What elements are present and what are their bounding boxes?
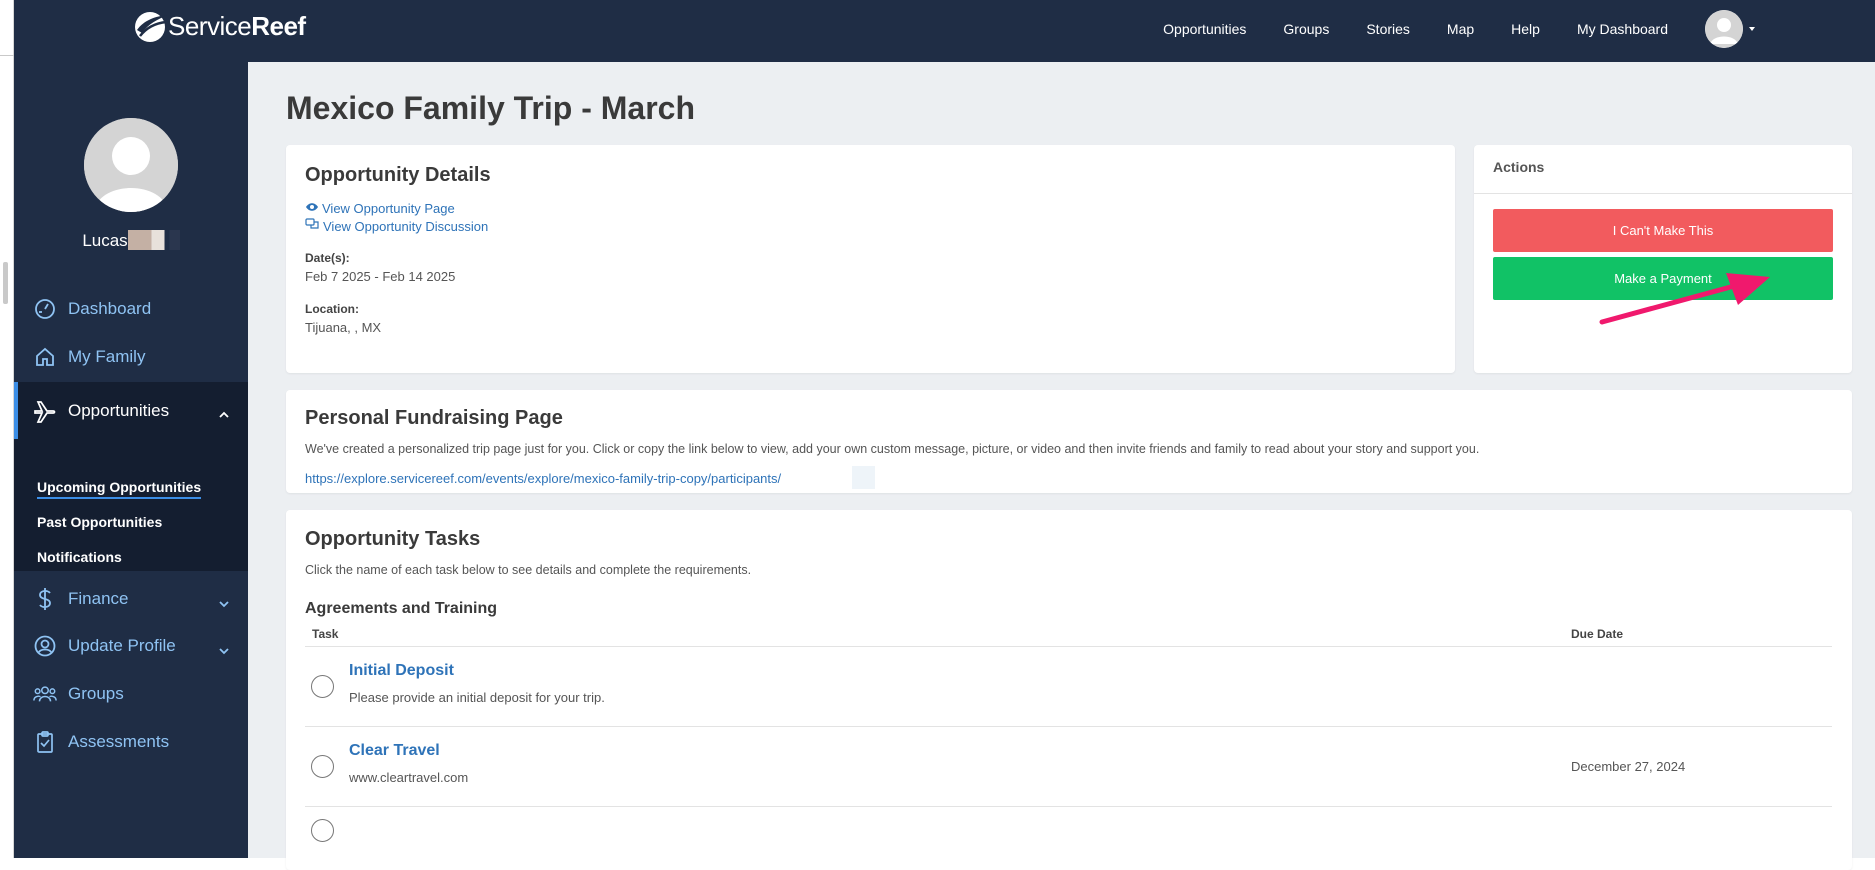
nav-opportunities[interactable]: Opportunities [1163, 21, 1246, 37]
servicereef-logo-icon [130, 6, 170, 46]
fundraising-description: We've created a personalized trip page j… [305, 442, 1480, 456]
task-subtitle: Please provide an initial deposit for yo… [349, 690, 605, 705]
due-date-column-header: Due Date [1571, 627, 1624, 641]
submenu-notifications[interactable]: Notifications [37, 549, 122, 565]
view-opportunity-discussion-link[interactable]: View Opportunity Discussion [305, 217, 488, 235]
sidebar-item-update-profile[interactable]: Update Profile [14, 624, 248, 668]
annotation-arrow-icon [1599, 273, 1770, 325]
actions-divider [1474, 193, 1852, 194]
submenu-past-opportunities[interactable]: Past Opportunities [37, 514, 162, 530]
fundraising-heading: Personal Fundraising Page [305, 407, 563, 429]
link-label: View Opportunity Discussion [323, 218, 489, 234]
task-due-date: December 27, 2024 [1571, 759, 1686, 774]
chevron-up-icon [218, 404, 230, 424]
task-subtitle: www.cleartravel.com [349, 770, 469, 785]
sidebar-item-label: Groups [68, 684, 124, 703]
user-avatar-menu[interactable] [1705, 9, 1743, 48]
comments-icon [305, 217, 320, 235]
plane-icon [33, 399, 57, 423]
view-opportunity-page-link[interactable]: View Opportunity Page [305, 199, 455, 217]
sidebar-item-finance[interactable]: Finance [14, 577, 248, 621]
window-scroll-handle[interactable] [3, 262, 8, 304]
user-circle-icon [33, 634, 57, 658]
nav-stories[interactable]: Stories [1366, 21, 1410, 37]
sidebar-item-label: Assessments [68, 732, 170, 751]
opportunity-details-card: Opportunity Details View Opportunity Pag… [286, 145, 1455, 373]
redacted-surname [127, 230, 180, 250]
gauge-icon [33, 297, 57, 321]
sidebar-item-label: My Family [68, 347, 146, 366]
opportunity-details-heading: Opportunity Details [305, 164, 491, 186]
nav-map[interactable]: Map [1447, 21, 1474, 37]
sidebar-item-groups[interactable]: Groups [14, 672, 248, 716]
fundraising-card: Personal Fundraising Page We've created … [286, 390, 1852, 493]
submenu-upcoming-opportunities[interactable]: Upcoming Opportunities [37, 479, 202, 499]
sidebar-item-my-family[interactable]: My Family [14, 335, 248, 379]
user-silhouette-icon [1705, 9, 1743, 48]
caret-down-icon[interactable] [1749, 26, 1755, 31]
dollar-icon [33, 587, 57, 611]
location-label: Location: [305, 302, 359, 316]
brand-name: ServiceReef [168, 10, 306, 41]
task-column-header: Task [312, 627, 339, 641]
fundraising-url-link[interactable]: https://explore.servicereef.com/events/e… [305, 471, 781, 486]
sidebar-item-label: Opportunities [68, 400, 170, 420]
sidebar-item-label: Update Profile [68, 636, 176, 655]
table-row[interactable]: Clear Travel www.cleartravel.com Decembe… [305, 726, 1832, 806]
table-row[interactable] [305, 806, 1832, 866]
cant-make-this-button[interactable]: I Can't Make This [1493, 209, 1833, 252]
task-status-circle[interactable] [311, 755, 334, 778]
link-label: View Opportunity Page [322, 200, 455, 216]
main-content: Mexico Family Trip - March Opportunity D… [248, 62, 1875, 870]
actions-heading: Actions [1493, 159, 1545, 175]
top-navbar: ServiceReef Opportunities Groups Stories… [14, 0, 1875, 62]
sidebar-item-label: Finance [68, 589, 129, 608]
sidebar: Lucas Dashboard My Family Opportunities … [14, 62, 248, 858]
clipboard-check-icon [33, 730, 57, 754]
dates-label: Date(s): [305, 251, 350, 265]
task-title-link[interactable]: Initial Deposit [349, 662, 454, 680]
page-title: Mexico Family Trip - March [286, 90, 695, 126]
profile-name: Lucas [14, 230, 248, 251]
chevron-down-icon [218, 640, 230, 660]
tasks-heading: Opportunity Tasks [305, 528, 481, 550]
copy-link-button[interactable] [852, 466, 875, 489]
eye-icon [305, 199, 319, 217]
opportunities-submenu: Upcoming Opportunities Past Opportunitie… [14, 439, 248, 571]
task-title-link[interactable]: Clear Travel [349, 742, 440, 760]
sidebar-item-dashboard[interactable]: Dashboard [14, 287, 248, 331]
users-icon [33, 682, 57, 706]
tasks-section-heading: Agreements and Training [305, 600, 498, 617]
nav-groups[interactable]: Groups [1283, 21, 1329, 37]
chevron-down-icon [218, 593, 230, 613]
table-row[interactable]: Initial Deposit Please provide an initia… [305, 646, 1832, 726]
dates-value: Feb 7 2025 - Feb 14 2025 [305, 269, 456, 284]
tasks-description: Click the name of each task below to see… [305, 563, 752, 577]
actions-card: Actions I Can't Make This Make a Payment [1474, 145, 1852, 373]
main-nav: Opportunities Groups Stories Map Help My… [1163, 0, 1875, 57]
sidebar-item-label: Dashboard [68, 299, 152, 318]
nav-help[interactable]: Help [1511, 21, 1540, 37]
location-value: Tijuana, , MX [305, 320, 382, 335]
home-icon [33, 345, 57, 369]
task-status-circle[interactable] [311, 675, 334, 698]
browser-window-edge [0, 0, 14, 858]
sidebar-item-opportunities[interactable]: Opportunities [14, 382, 248, 439]
profile-avatar [84, 118, 178, 212]
opportunity-tasks-card: Opportunity Tasks Click the name of each… [286, 510, 1852, 870]
task-status-circle[interactable] [311, 819, 334, 842]
brand-logo[interactable]: ServiceReef [130, 6, 306, 46]
edge-divider [0, 55, 14, 56]
nav-my-dashboard[interactable]: My Dashboard [1577, 21, 1668, 37]
sidebar-item-assessments[interactable]: Assessments [14, 720, 248, 764]
